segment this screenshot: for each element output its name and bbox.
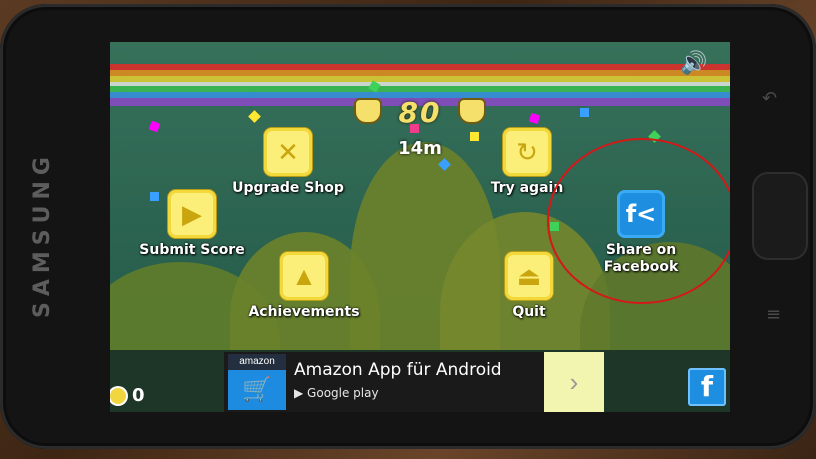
ad-banner[interactable]: amazon 🛒 Amazon App für Android ▶ Google…: [224, 352, 604, 412]
exit-icon: ⏏: [505, 252, 553, 300]
cart-icon: 🛒: [228, 370, 286, 410]
facebook-icon[interactable]: f: [688, 368, 726, 406]
score-display: 80: [398, 96, 442, 129]
submit-score-button[interactable]: ▶ Submit Score: [132, 190, 252, 259]
highlight-circle: [547, 138, 730, 304]
brand-logo: SAMSUNG: [29, 150, 55, 318]
back-key-icon[interactable]: ↶: [762, 88, 777, 109]
distance-display: 14m: [398, 138, 442, 159]
achievements-button[interactable]: ▲ Achievements: [244, 252, 364, 321]
upgrade-shop-button[interactable]: ✕ Upgrade Shop: [232, 128, 344, 197]
phone-frame: SAMSUNG ↶ ≡ 🔊 80 14m ✕ Upgrade Shop ↻ Tr…: [0, 4, 816, 449]
ad-open-icon[interactable]: ›: [544, 352, 604, 412]
sound-toggle-icon[interactable]: 🔊: [680, 50, 707, 76]
wrench-screwdriver-icon: ✕: [264, 128, 312, 176]
ad-title: Amazon App für Android: [294, 360, 502, 380]
menu-key-icon[interactable]: ≡: [766, 304, 781, 325]
confetti: [580, 108, 589, 117]
game-screen: 🔊 80 14m ✕ Upgrade Shop ↻ Try again ▶ Su…: [110, 42, 730, 412]
coin-icon: [110, 388, 126, 404]
restart-icon: ↻: [503, 128, 551, 176]
coin-count: 0: [132, 385, 145, 406]
amazon-app-icon: amazon 🛒: [228, 354, 286, 410]
home-button[interactable]: [752, 172, 808, 260]
google-play-label: ▶ Google play: [294, 386, 379, 400]
chart-icon: ▲: [280, 252, 328, 300]
submit-icon: ▶: [168, 190, 216, 238]
